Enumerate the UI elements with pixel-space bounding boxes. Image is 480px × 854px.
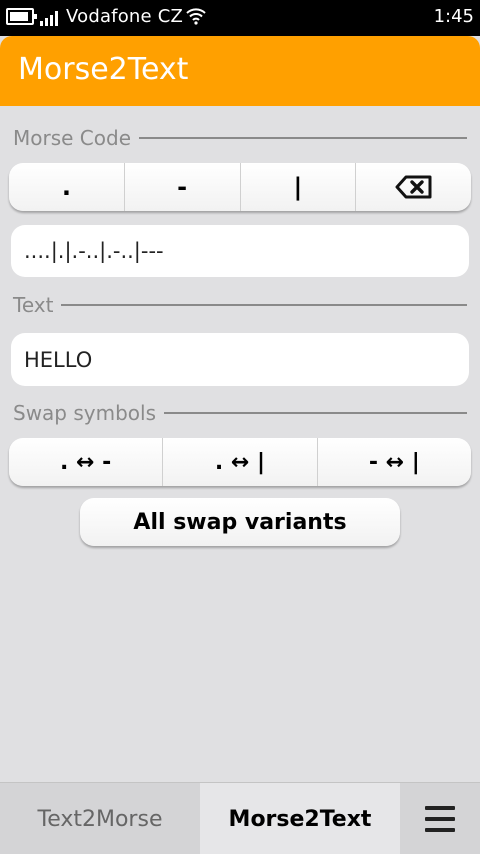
all-swap-variants-button[interactable]: All swap variants: [80, 498, 400, 546]
tab-text2morse[interactable]: Text2Morse: [0, 783, 200, 854]
swap-dot-dash-button[interactable]: . ↔ -: [9, 438, 164, 486]
status-bar: Vodafone CZ 1:45: [0, 0, 480, 36]
menu-button[interactable]: [400, 783, 480, 854]
clock: 1:45: [433, 6, 474, 27]
separator-key-button[interactable]: |: [241, 163, 357, 211]
swap-dash-separator-button[interactable]: - ↔ |: [318, 438, 471, 486]
morse-keypad: . - |: [9, 163, 471, 211]
app-header: Morse2Text: [0, 36, 480, 106]
signal-icon: [40, 10, 62, 26]
swap-section-heading: Swap symbols: [13, 400, 467, 426]
swap-dot-separator-button[interactable]: . ↔ |: [163, 438, 318, 486]
backspace-icon: [395, 175, 432, 199]
divider: [61, 304, 467, 306]
text-section-heading: Text: [13, 292, 467, 318]
divider: [164, 412, 467, 414]
text-output-field[interactable]: HELLO: [11, 333, 469, 386]
backspace-button[interactable]: [356, 163, 471, 211]
text-section-label: Text: [13, 293, 54, 317]
morse-section-heading: Morse Code: [13, 125, 467, 151]
dash-key-button[interactable]: -: [125, 163, 241, 211]
wifi-icon: [186, 8, 206, 25]
page-title: Morse2Text: [18, 52, 189, 87]
menu-icon: [425, 806, 455, 832]
bottom-tab-bar: Text2Morse Morse2Text: [0, 782, 480, 854]
divider: [139, 137, 467, 139]
dot-key-button[interactable]: .: [9, 163, 125, 211]
carrier-name: Vodafone CZ: [66, 6, 184, 27]
battery-icon: [6, 8, 37, 25]
morse-input[interactable]: ....|.|.-..|.-..|---: [11, 225, 469, 277]
swap-buttons-bar: . ↔ - . ↔ | - ↔ |: [9, 438, 471, 486]
tab-morse2text[interactable]: Morse2Text: [200, 783, 400, 854]
swap-section-label: Swap symbols: [13, 401, 157, 425]
morse-section-label: Morse Code: [13, 126, 131, 150]
